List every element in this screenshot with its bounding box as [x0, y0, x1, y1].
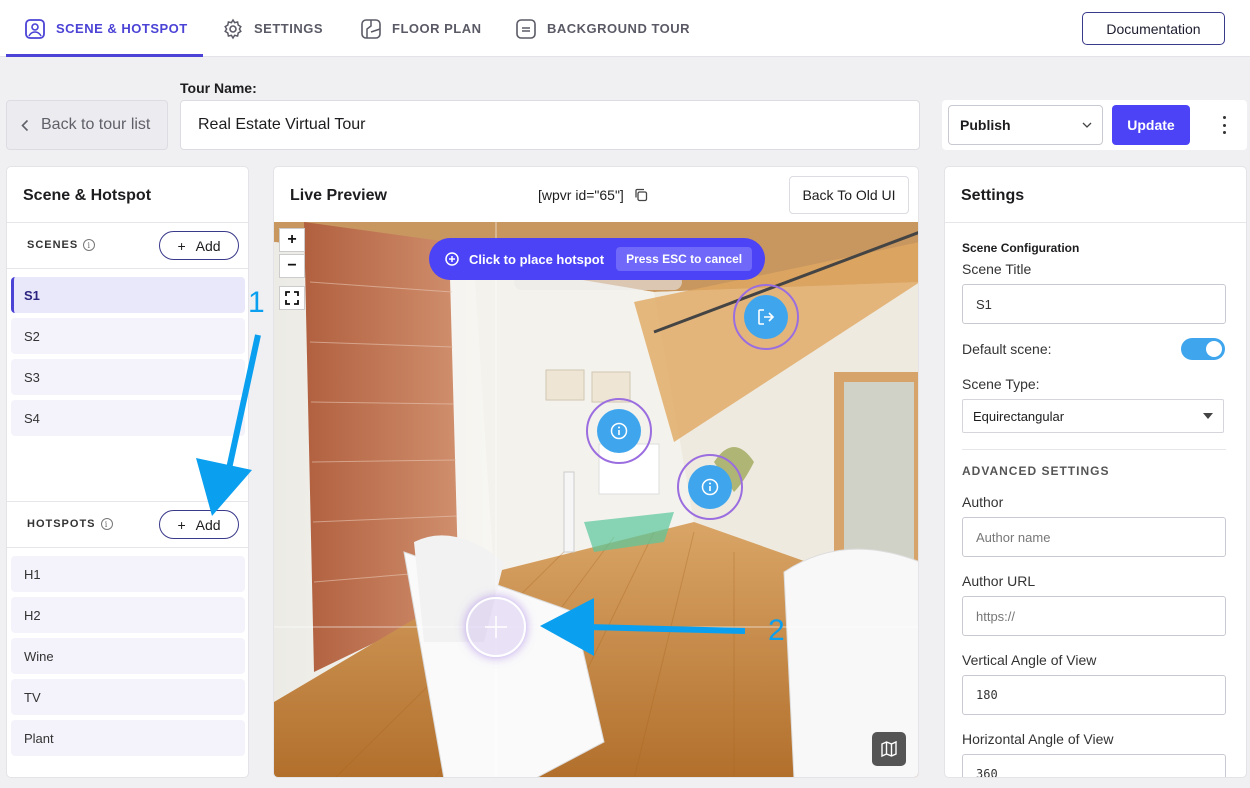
scenes-header: SCENES i + Add	[7, 222, 248, 269]
shortcode: [wpvr id="65"]	[538, 187, 648, 203]
panorama-image	[274, 222, 918, 777]
hotspots-header: HOTSPOTS i + Add	[7, 501, 248, 548]
scene-item[interactable]: S3	[11, 359, 245, 395]
update-button[interactable]: Update	[1112, 105, 1190, 145]
scene-config-label: Scene Configuration	[962, 241, 1080, 255]
haov-input[interactable]: 360	[962, 754, 1226, 777]
tour-name-label: Tour Name:	[180, 80, 257, 96]
settings-title: Settings	[961, 187, 1025, 204]
scene-item[interactable]: S1	[11, 277, 245, 313]
info-icon[interactable]: i	[100, 518, 113, 530]
map-icon	[881, 740, 897, 758]
esc-cancel-badge: Press ESC to cancel	[616, 247, 753, 271]
preview-title: Live Preview	[290, 187, 387, 204]
hotspot-item[interactable]: H2	[11, 597, 245, 633]
image-icon	[25, 18, 45, 39]
scene-hotspot-panel: Scene & Hotspot SCENES i + Add S1 S2 S3 …	[6, 166, 249, 778]
plus-icon: +	[177, 516, 186, 533]
tab-label: SETTINGS	[254, 21, 324, 36]
author-input[interactable]: Author name	[962, 517, 1226, 557]
tab-scene-hotspot[interactable]: SCENE & HOTSPOT	[6, 0, 203, 57]
tab-settings[interactable]: SETTINGS	[222, 0, 323, 57]
caret-down-icon	[1203, 413, 1213, 419]
info-icon	[610, 422, 628, 440]
info-hotspot[interactable]	[586, 398, 652, 464]
haov-label: Horizontal Angle of View	[962, 731, 1114, 747]
scene-title-label: Scene Title	[962, 261, 1032, 277]
vaov-label: Vertical Angle of View	[962, 652, 1097, 668]
divider	[945, 222, 1246, 223]
scene-type-label: Scene Type:	[962, 376, 1040, 392]
place-hotspot-text: Click to place hotspot	[469, 251, 605, 267]
floor-plan-icon	[361, 18, 381, 39]
author-url-input[interactable]: https://	[962, 596, 1226, 636]
zoom-in-button[interactable]: +	[279, 228, 305, 252]
back-to-tour-list-button[interactable]: Back to tour list	[6, 100, 168, 150]
copy-icon[interactable]	[634, 188, 648, 202]
place-hotspot-banner: Click to place hotspot Press ESC to canc…	[429, 238, 765, 280]
info-icon[interactable]: i	[83, 239, 96, 251]
annotation-step-2: 2	[768, 614, 785, 647]
top-nav: SCENE & HOTSPOT SETTINGS FLOOR PLAN BACK…	[0, 0, 1250, 57]
hotspot-item[interactable]: Plant	[11, 720, 245, 756]
background-tour-icon	[516, 18, 536, 39]
publish-select[interactable]: Publish	[948, 105, 1103, 145]
fullscreen-icon	[285, 291, 299, 305]
publish-bar: Publish Update	[942, 100, 1247, 150]
author-label: Author	[962, 494, 1004, 510]
hotspot-item[interactable]: Wine	[11, 638, 245, 674]
live-preview-panel: Live Preview [wpvr id="65"] Back To Old …	[273, 166, 919, 778]
plus-icon	[485, 616, 507, 638]
exit-arrow-icon	[758, 309, 775, 325]
info-icon	[701, 478, 719, 496]
tab-label: FLOOR PLAN	[392, 21, 482, 36]
hotspots-label: HOTSPOTS i	[27, 518, 113, 530]
settings-panel: Settings Scene Configuration Scene Title…	[944, 166, 1247, 778]
scenes-label: SCENES i	[27, 239, 96, 251]
scene-item[interactable]: S4	[11, 400, 245, 436]
scene-title-input[interactable]: S1	[962, 284, 1226, 324]
panel-title: Scene & Hotspot	[23, 187, 152, 204]
default-scene-toggle[interactable]	[1181, 338, 1225, 360]
zoom-out-button[interactable]: −	[279, 254, 305, 278]
scene-link-hotspot[interactable]	[733, 284, 799, 350]
scene-item[interactable]: S2	[11, 318, 245, 354]
tab-background-tour[interactable]: BACKGROUND TOUR	[515, 0, 690, 57]
add-hotspot-button[interactable]: + Add	[159, 510, 239, 539]
annotation-step-1: 1	[248, 286, 265, 319]
documentation-button[interactable]: Documentation	[1082, 12, 1225, 45]
chevron-down-icon	[1082, 122, 1092, 128]
divider	[962, 449, 1226, 450]
author-url-label: Author URL	[962, 573, 1036, 589]
tab-floor-plan[interactable]: FLOOR PLAN	[360, 0, 482, 57]
scene-type-select[interactable]: Equirectangular	[962, 399, 1224, 433]
hotspot-item[interactable]: H1	[11, 556, 245, 592]
chevron-left-icon	[21, 119, 29, 131]
publish-value: Publish	[960, 117, 1011, 133]
info-hotspot[interactable]	[677, 454, 743, 520]
hotspot-placement-cursor[interactable]	[466, 597, 526, 657]
tour-name-input[interactable]: Real Estate Virtual Tour	[180, 100, 920, 150]
shortcode-text: [wpvr id="65"]	[538, 187, 624, 203]
gear-icon	[224, 18, 242, 39]
plus-circle-icon	[445, 252, 459, 266]
default-scene-label: Default scene:	[962, 341, 1052, 357]
tab-label: SCENE & HOTSPOT	[56, 21, 188, 36]
panorama-viewer[interactable]: + − Click to place hotspot Press ESC to …	[274, 222, 918, 777]
map-toggle-button[interactable]	[872, 732, 906, 766]
add-scene-button[interactable]: + Add	[159, 231, 239, 260]
tab-label: BACKGROUND TOUR	[547, 21, 691, 36]
more-options-icon[interactable]	[1217, 114, 1231, 136]
advanced-settings-label: ADVANCED SETTINGS	[962, 464, 1110, 478]
back-to-old-ui-button[interactable]: Back To Old UI	[789, 176, 909, 214]
scene-type-value: Equirectangular	[973, 408, 1065, 424]
back-label: Back to tour list	[41, 116, 151, 133]
plus-icon: +	[177, 237, 186, 254]
vaov-input[interactable]: 180	[962, 675, 1226, 715]
fullscreen-button[interactable]	[279, 286, 305, 310]
hotspot-item[interactable]: TV	[11, 679, 245, 715]
